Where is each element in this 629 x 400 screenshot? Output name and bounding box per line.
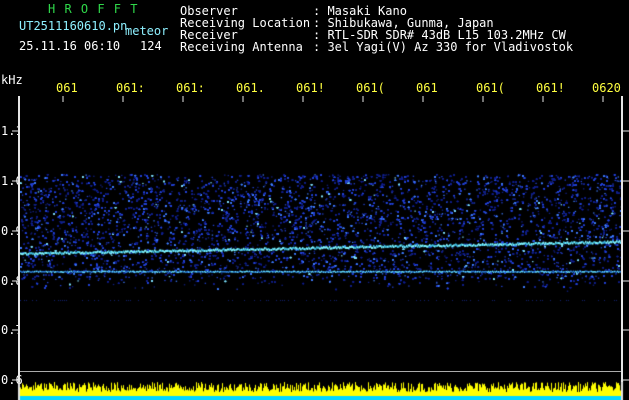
amplitude-baseline <box>20 371 621 372</box>
amplitude-strip <box>0 380 629 400</box>
axis-ticks <box>12 96 629 381</box>
